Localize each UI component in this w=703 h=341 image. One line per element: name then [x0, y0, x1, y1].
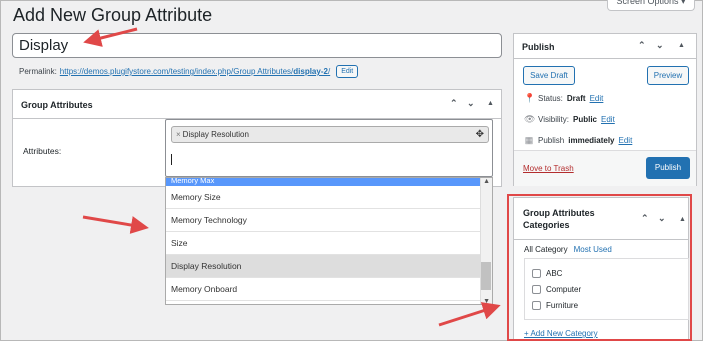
move-up-icon[interactable]: ⌃	[638, 40, 646, 51]
group-attributes-header: Group Attributes ⌃ ⌄ ▲	[13, 90, 501, 119]
category-item-furniture[interactable]: Furniture	[532, 301, 578, 310]
category-tabs: All Category Most Used	[524, 245, 612, 254]
move-down-icon[interactable]: ⌄	[658, 212, 666, 224]
attributes-label: Attributes:	[23, 146, 62, 156]
page-title: Add New Group Attribute	[13, 5, 213, 25]
eye-icon: 👁	[524, 114, 536, 124]
permalink-url-suffix: /	[327, 67, 331, 76]
dropdown-option[interactable]: Memory Max	[166, 178, 481, 186]
attributes-multiselect[interactable]: × Display Resolution ✥	[165, 119, 493, 177]
category-item-abc[interactable]: ABC	[532, 269, 562, 278]
move-up-icon[interactable]: ⌃	[641, 212, 649, 224]
search-caret[interactable]	[171, 154, 172, 165]
toggle-panel-icon[interactable]: ▲	[487, 100, 494, 107]
title-input[interactable]: Display	[12, 33, 502, 58]
category-item-computer[interactable]: Computer	[532, 285, 581, 294]
permalink-edit-button[interactable]: Edit	[336, 65, 359, 78]
selected-attribute-label: Display Resolution	[182, 130, 249, 139]
arrow-to-dropdown	[82, 215, 149, 234]
categories-title: Group Attributes	[523, 208, 595, 218]
schedule-edit-link[interactable]: Edit	[619, 136, 633, 145]
publish-timing: immediately	[568, 136, 615, 145]
publish-panel: Publish ⌃ ⌄ ▲ Save Draft Preview 📍 Statu…	[513, 33, 697, 186]
scroll-up-icon[interactable]: ▲	[483, 178, 490, 185]
visibility-edit-link[interactable]: Edit	[601, 115, 615, 124]
save-draft-button[interactable]: Save Draft	[523, 66, 575, 85]
move-to-trash-link[interactable]: Move to Trash	[523, 164, 574, 173]
publish-button[interactable]: Publish	[646, 157, 690, 179]
status-edit-link[interactable]: Edit	[590, 94, 604, 103]
toggle-panel-icon[interactable]: ▲	[678, 42, 685, 49]
permalink-url: https://demos.plugifystore.com/testing/i…	[59, 67, 294, 76]
calendar-icon: ▦	[524, 135, 534, 145]
status-value: Draft	[566, 94, 586, 103]
schedule-row: ▦ Publish immediately Edit	[524, 135, 633, 146]
publish-title: Publish	[522, 42, 555, 52]
scrollbar-thumb[interactable]	[481, 262, 491, 290]
pin-icon: 📍	[524, 93, 536, 103]
move-up-icon[interactable]: ⌃	[450, 98, 458, 109]
dropdown-option-selected[interactable]: Display Resolution	[166, 255, 481, 278]
group-attributes-title: Group Attributes	[21, 100, 93, 110]
category-label: ABC	[546, 269, 563, 278]
tab-most-used[interactable]: Most Used	[574, 245, 612, 254]
visibility-label: Visibility:	[538, 115, 569, 124]
publish-header: Publish ⌃ ⌄ ▲	[514, 34, 696, 59]
status-label: Status:	[538, 94, 563, 103]
category-checklist: ABC Computer Furniture	[524, 258, 689, 320]
screen-options-button[interactable]: Screen Options ▾	[607, 0, 695, 11]
arrow-to-categories	[438, 302, 501, 327]
selected-attribute-tag: × Display Resolution ✥	[171, 126, 489, 143]
dropdown-option[interactable]: Size	[166, 232, 481, 255]
categories-title-line2: Categories	[523, 220, 570, 230]
move-down-icon[interactable]: ⌄	[467, 98, 475, 109]
preview-button[interactable]: Preview	[647, 66, 689, 85]
drag-move-icon[interactable]: ✥	[476, 127, 484, 142]
remove-tag-icon[interactable]: ×	[176, 130, 181, 139]
scroll-down-icon[interactable]: ▼	[483, 298, 490, 304]
attributes-dropdown[interactable]: Memory Max Memory Size Memory Technology…	[165, 177, 493, 305]
visibility-row: 👁 Visibility: Public Edit	[524, 114, 615, 125]
categories-panel: Group Attributes Categories ⌃ ⌄ ▲ All Ca…	[513, 197, 689, 341]
publish-footer: Move to Trash Publish	[514, 150, 696, 186]
permalink-label: Permalink:	[19, 67, 57, 76]
permalink-link[interactable]: https://demos.plugifystore.com/testing/i…	[60, 67, 330, 76]
category-checkbox[interactable]	[532, 269, 541, 278]
dropdown-scrollbar[interactable]: ▲ ▼	[480, 178, 492, 304]
category-label: Furniture	[546, 301, 579, 310]
category-checkbox[interactable]	[532, 301, 541, 310]
tab-all-category[interactable]: All Category	[524, 245, 568, 254]
permalink-slug: display-2	[293, 67, 328, 76]
status-row: 📍 Status: Draft Edit	[524, 93, 603, 104]
dropdown-option[interactable]: Memory Size	[166, 186, 481, 209]
dropdown-option[interactable]: Memory Technology	[166, 209, 481, 232]
move-down-icon[interactable]: ⌄	[656, 40, 664, 51]
category-checkbox[interactable]	[532, 285, 541, 294]
permalink-row: Permalink: https://demos.plugifystore.co…	[19, 65, 359, 78]
visibility-value: Public	[572, 115, 597, 124]
dropdown-option[interactable]: Memory Onboard	[166, 278, 481, 301]
publish-label: Publish	[538, 136, 565, 145]
categories-header: Group Attributes Categories ⌃ ⌄ ▲	[514, 198, 688, 240]
add-new-category-link[interactable]: + Add New Category	[524, 329, 598, 338]
category-label: Computer	[546, 285, 582, 294]
toggle-panel-icon[interactable]: ▲	[679, 214, 686, 226]
